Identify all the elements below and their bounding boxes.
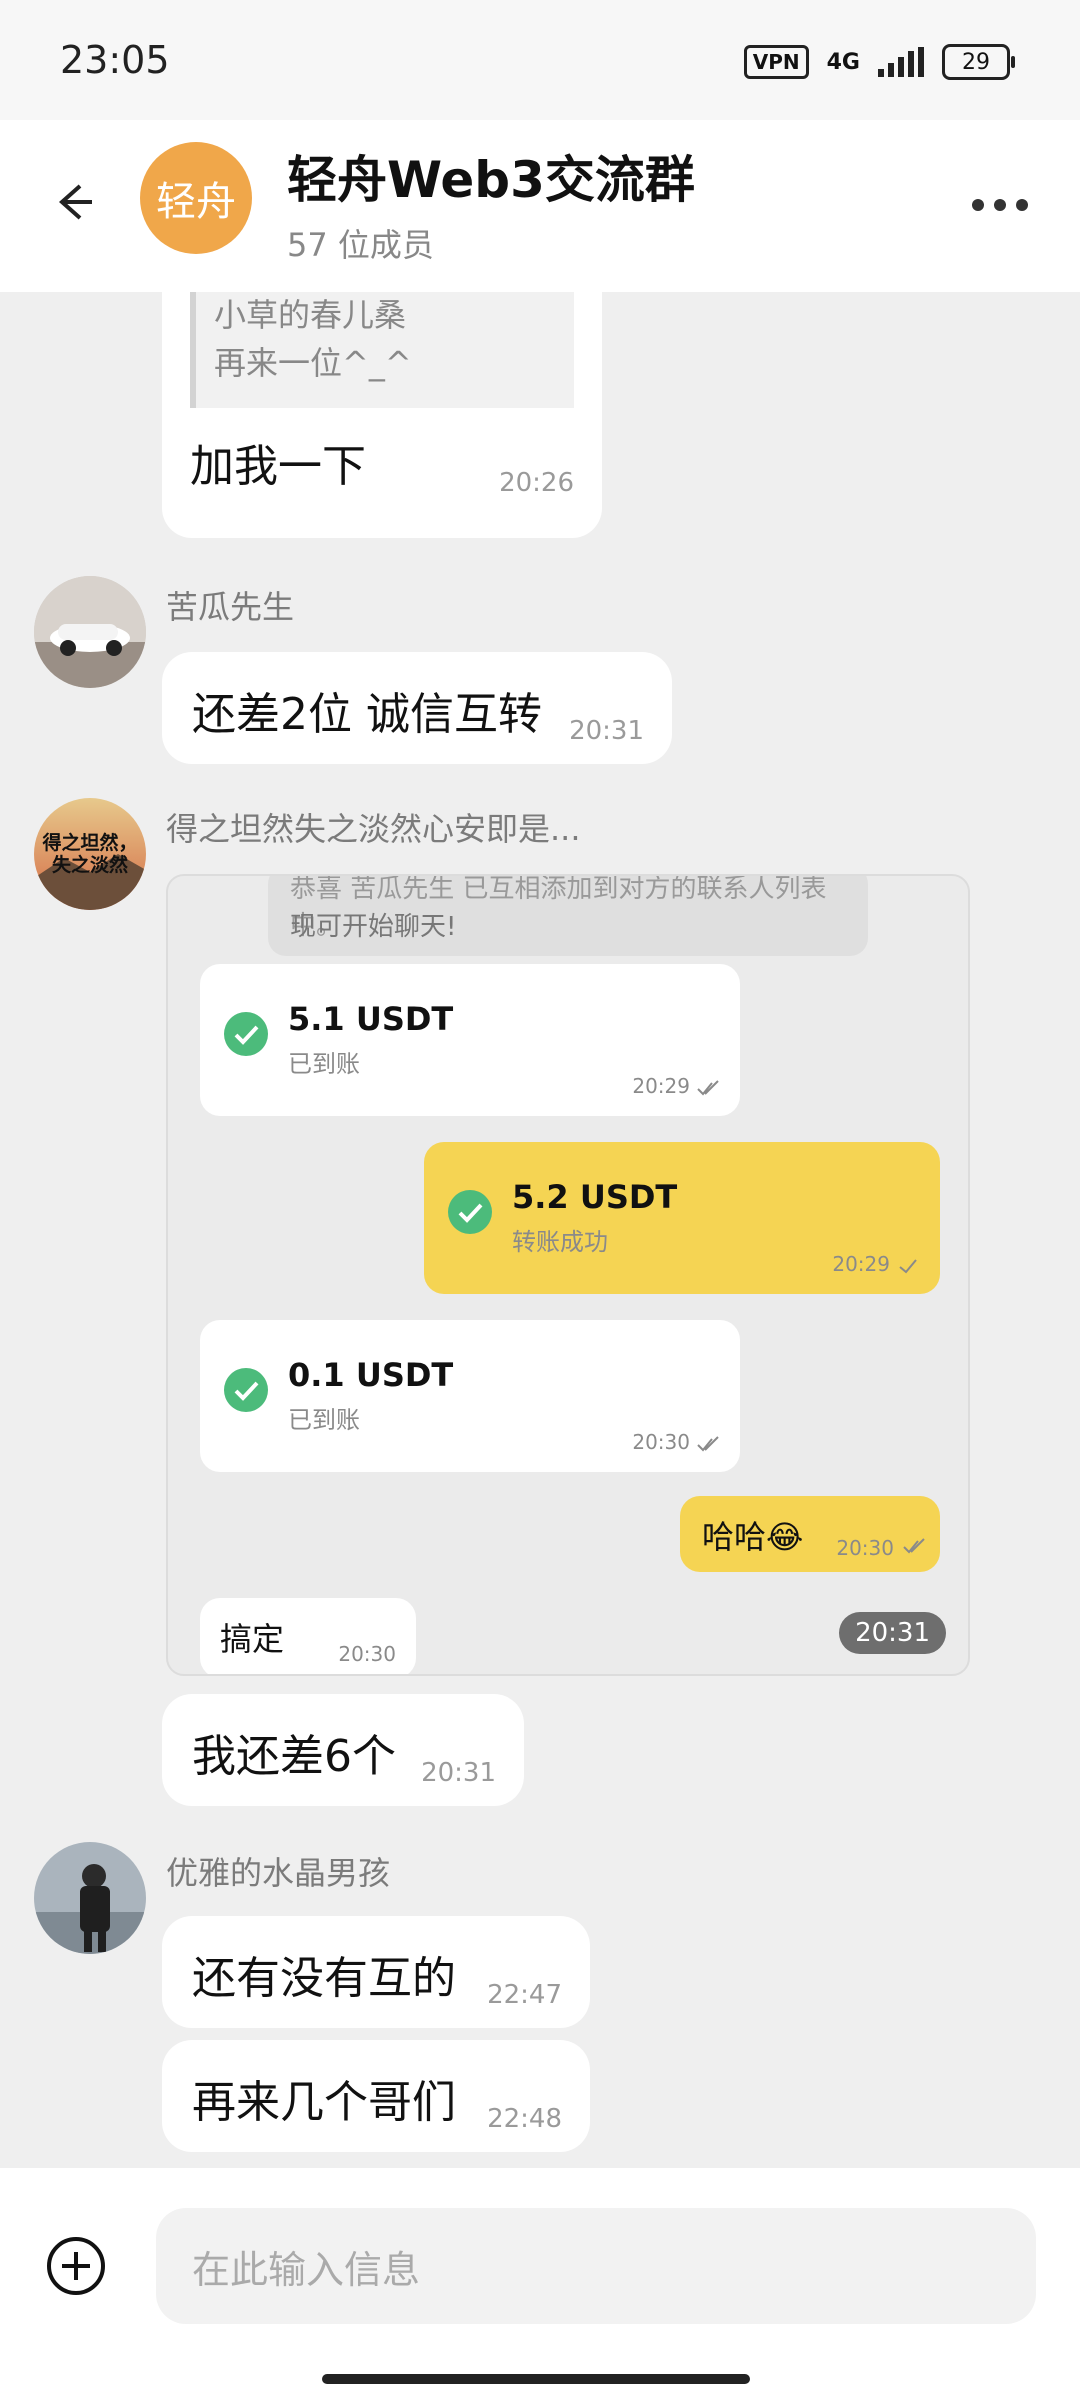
double-check-icon — [697, 1436, 719, 1452]
message-time: 20:26 — [499, 468, 574, 498]
check-mark-icon — [899, 1259, 917, 1274]
avatar-dezhi[interactable]: 得之坦然，失之淡然 — [34, 798, 146, 910]
chat-header: 轻舟 轻舟Web3交流群 57 位成员 — [0, 120, 1080, 292]
double-check-icon — [903, 1538, 925, 1554]
payment-sent-card[interactable]: 5.2 USDT 转账成功 20:29 — [424, 1142, 940, 1294]
payment-received-card[interactable]: 5.1 USDT 已到账 20:29 — [200, 964, 740, 1116]
back-arrow-icon[interactable] — [40, 172, 100, 232]
avatar-text: 得之坦然，失之淡然 — [42, 832, 138, 876]
system-notice-line2: 现可开始聊天! — [290, 912, 457, 942]
message-bubble[interactable]: 再来几个哥们 22:48 — [162, 2040, 590, 2152]
payment-status: 已到账 — [288, 1050, 360, 1078]
quoted-text: 再来一位^_^ — [214, 344, 412, 382]
message-text: 还有没有互的 — [192, 1953, 456, 2004]
payment-amount: 0.1 USDT — [288, 1356, 454, 1394]
media-time-chip: 20:31 — [839, 1612, 946, 1654]
avatar-youya[interactable] — [34, 1842, 146, 1954]
battery-icon: 29 — [942, 44, 1015, 80]
status-icons: VPN 4G 29 — [743, 44, 1015, 80]
payment-status: 转账成功 — [512, 1228, 608, 1256]
avatar-kugua[interactable] — [34, 576, 146, 688]
message-list[interactable]: 小草的春儿桑 再来一位^_^ 加我一下 20:26 苦瓜先生 还差2位 诚信互转… — [0, 292, 1080, 2168]
check-icon — [448, 1190, 492, 1234]
payment-time: 20:30 — [632, 1430, 690, 1454]
message-text: 搞定 — [220, 1620, 285, 1658]
attach-plus-icon[interactable] — [44, 2234, 108, 2298]
network-type: 4G — [826, 49, 860, 75]
payment-amount: 5.1 USDT — [288, 1000, 454, 1038]
group-title[interactable]: 轻舟Web3交流群 — [287, 140, 695, 212]
signal-icon — [878, 47, 924, 77]
check-icon — [224, 1368, 268, 1412]
sender-name: 优雅的水晶男孩 — [166, 1854, 391, 1892]
message-bubble[interactable]: 还差2位 诚信互转 20:31 — [162, 652, 672, 764]
message-time: 22:47 — [487, 1980, 562, 2010]
message-text: 我还差6个 — [192, 1731, 396, 1782]
battery-level: 29 — [962, 49, 990, 75]
message-text: 还差2位 诚信互转 — [192, 689, 542, 740]
composer-bar: 在此输入信息 — [0, 2168, 1080, 2400]
message-bubble-haha[interactable]: 哈哈😂 20:30 — [680, 1496, 940, 1572]
screenshot-image[interactable]: 恭喜 苦瓜先生 已互相添加到对方的联系人列表中。 现可开始聊天! 5.1 USD… — [166, 874, 970, 1676]
message-bubble[interactable]: 小草的春儿桑 再来一位^_^ 加我一下 20:26 — [162, 292, 602, 538]
check-icon — [224, 1012, 268, 1056]
message-time: 20:30 — [338, 1642, 396, 1666]
sender-name: 苦瓜先生 — [166, 588, 295, 626]
message-time: 20:31 — [421, 1758, 496, 1788]
quoted-sender: 小草的春儿桑 — [214, 296, 407, 334]
message-text: 哈哈😂 — [702, 1518, 804, 1556]
message-text: 加我一下 — [190, 441, 366, 492]
message-input[interactable]: 在此输入信息 — [156, 2208, 1036, 2324]
system-notice: 恭喜 苦瓜先生 已互相添加到对方的联系人列表中。 现可开始聊天! — [268, 876, 868, 956]
payment-received-card[interactable]: 0.1 USDT 已到账 20:30 — [200, 1320, 740, 1472]
vpn-icon: VPN — [743, 45, 809, 79]
member-count: 57 位成员 — [287, 226, 434, 264]
more-options-icon[interactable] — [972, 190, 1032, 220]
status-bar: 23:05 VPN 4G 29 — [0, 0, 1080, 120]
message-time: 22:48 — [487, 2104, 562, 2134]
payment-status: 已到账 — [288, 1406, 360, 1434]
message-text: 再来几个哥们 — [192, 2077, 456, 2128]
message-time: 20:30 — [836, 1536, 894, 1560]
home-indicator[interactable] — [322, 2374, 750, 2384]
sender-name: 得之坦然失之淡然心安即是... — [166, 810, 581, 848]
payment-time: 20:29 — [632, 1074, 690, 1098]
group-avatar[interactable]: 轻舟 — [140, 142, 252, 254]
payment-amount: 5.2 USDT — [512, 1178, 678, 1216]
payment-time: 20:29 — [832, 1252, 890, 1276]
message-time: 20:31 — [569, 716, 644, 746]
double-check-icon — [697, 1080, 719, 1096]
quoted-message[interactable]: 小草的春儿桑 再来一位^_^ — [190, 292, 574, 408]
message-bubble-done[interactable]: 搞定 20:30 — [200, 1598, 416, 1674]
message-bubble[interactable]: 还有没有互的 22:47 — [162, 1916, 590, 2028]
message-bubble[interactable]: 我还差6个 20:31 — [162, 1694, 524, 1806]
clock: 23:05 — [60, 38, 170, 82]
